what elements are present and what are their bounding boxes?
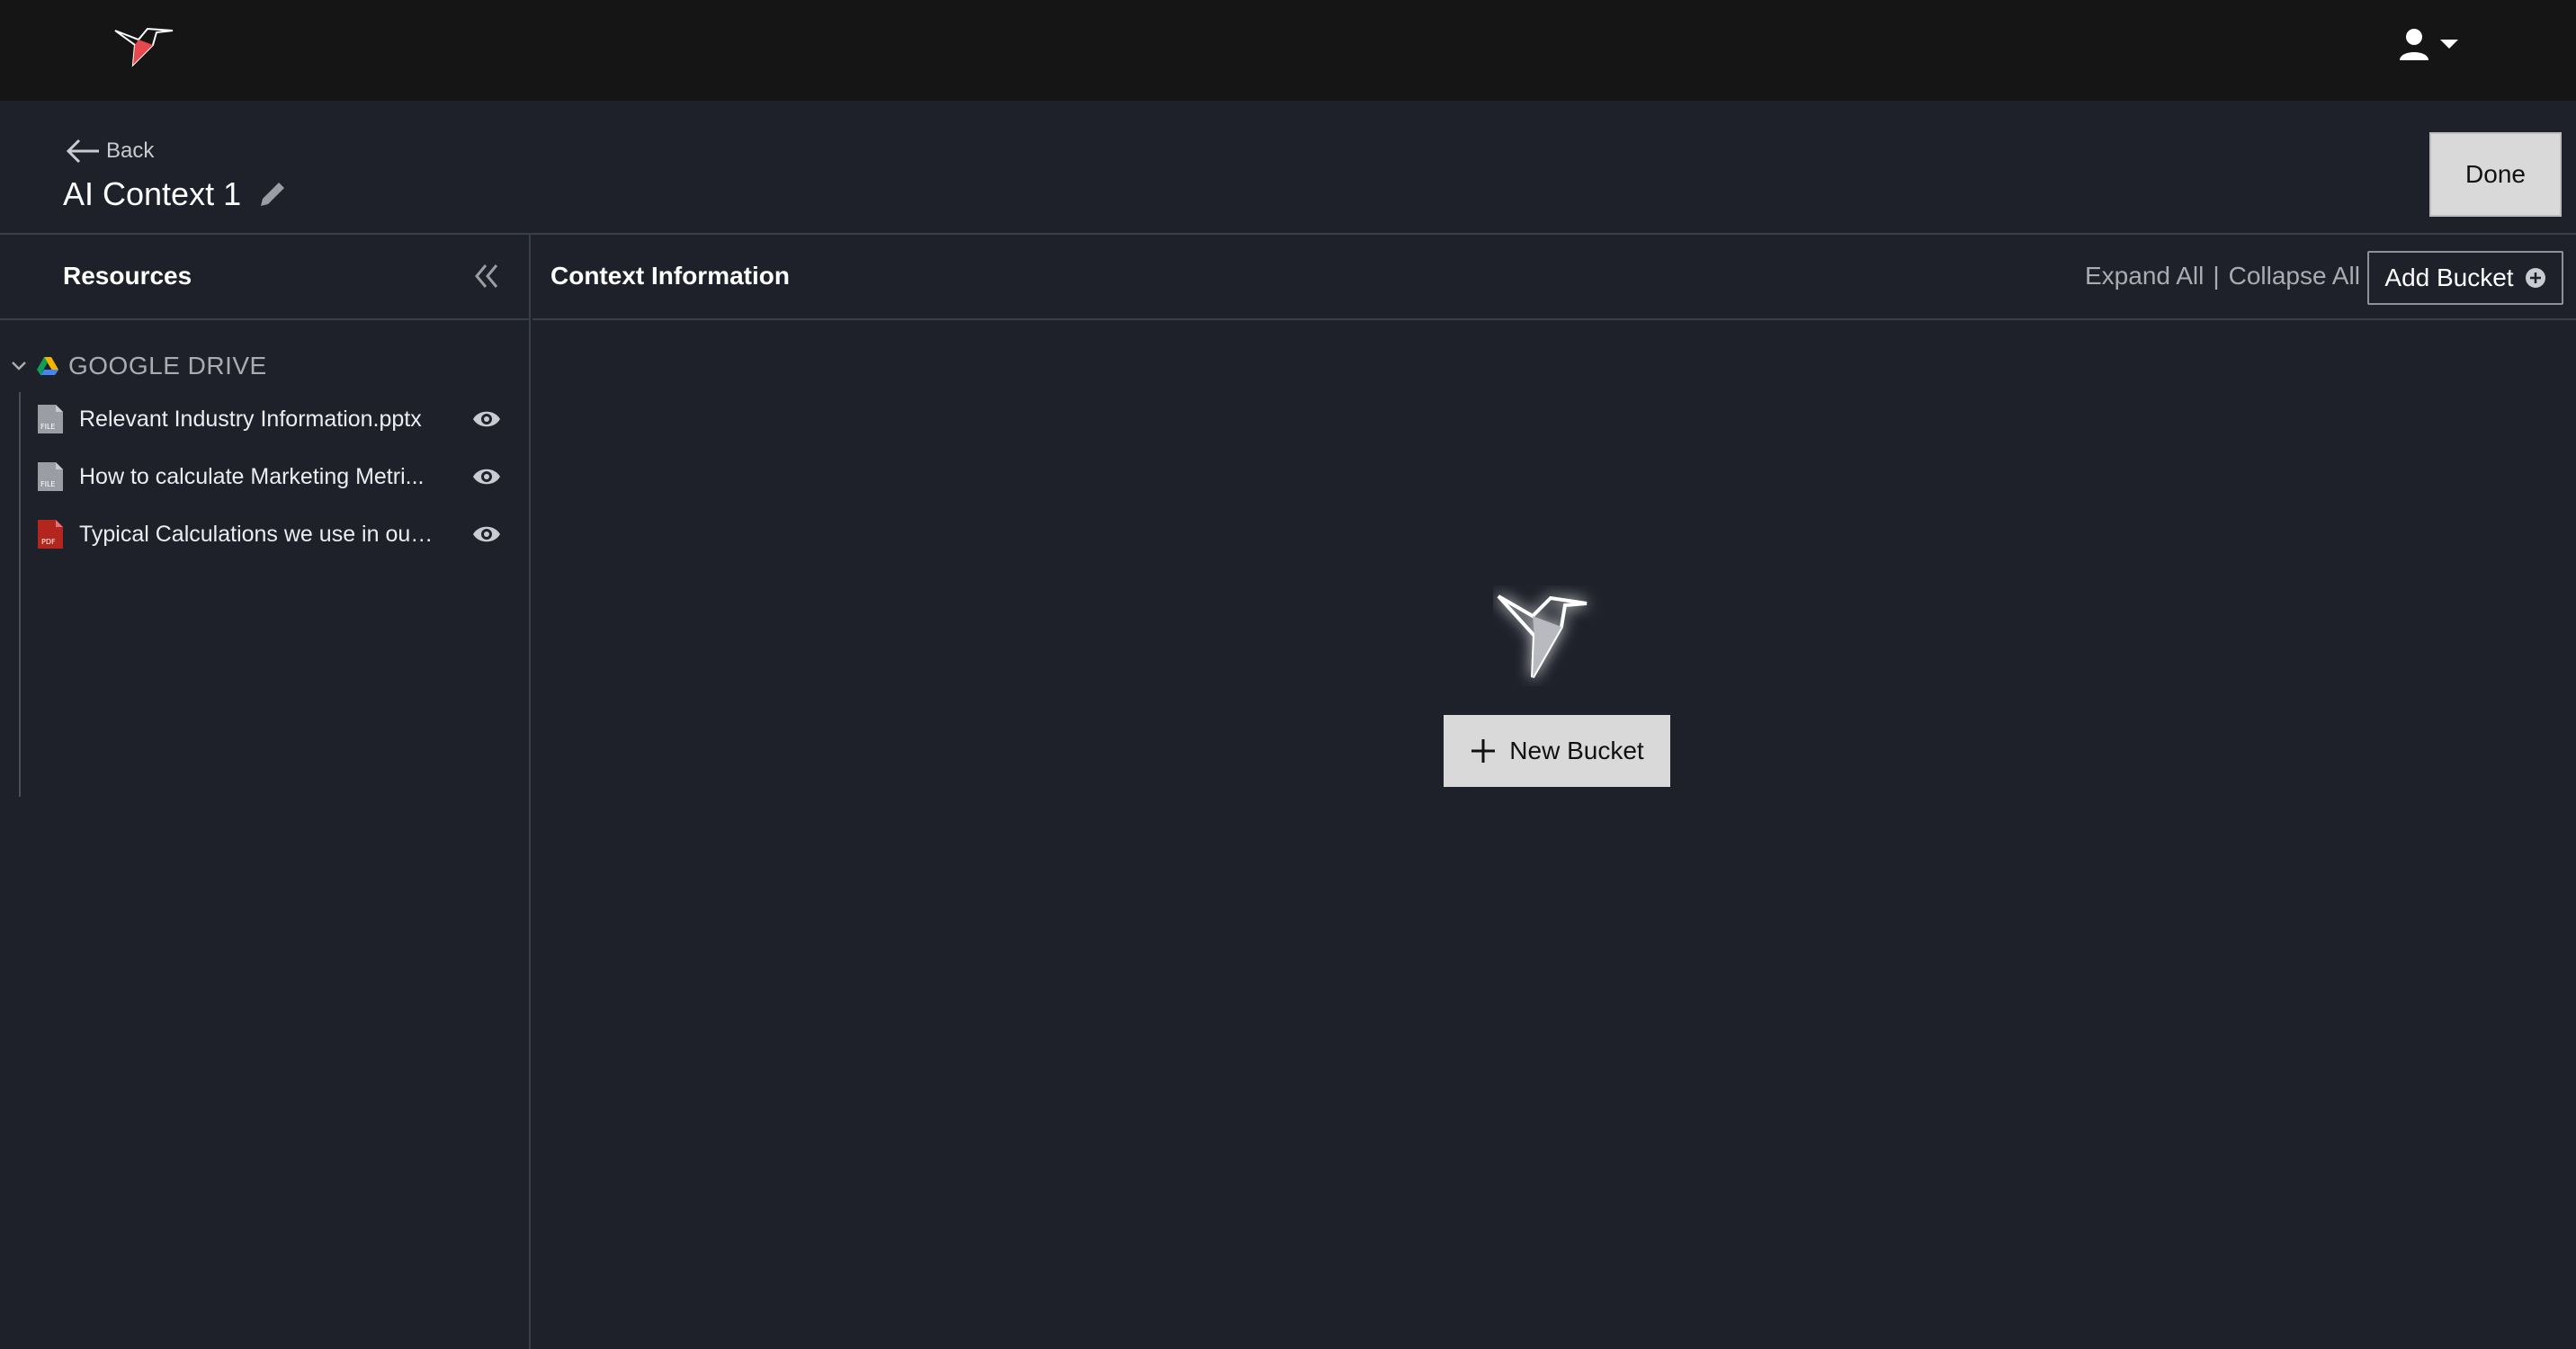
page-header <box>0 101 2576 235</box>
resources-sidebar: Resources GOOGLE DRIVE FILE Relevant Ind… <box>0 235 531 1349</box>
file-name: Typical Calculations we use in our ... <box>79 521 439 547</box>
pdf-icon-text: PDF <box>41 538 56 546</box>
plus-circle-icon <box>2525 268 2545 288</box>
user-icon <box>2400 29 2428 60</box>
file-row[interactable]: FILE Relevant Industry Information.pptx <box>36 394 513 444</box>
page-title-group: AI Context 1 <box>63 171 288 218</box>
file-icon-text: FILE <box>40 423 55 431</box>
google-drive-label: GOOGLE DRIVE <box>68 352 267 380</box>
pencil-edit-icon[interactable] <box>257 179 288 210</box>
new-bucket-button[interactable]: New Bucket <box>1444 715 1670 787</box>
chevron-down-icon <box>2440 40 2458 49</box>
double-chevron-left-icon[interactable] <box>470 260 502 292</box>
eye-icon[interactable] <box>471 521 502 548</box>
new-bucket-label: New Bucket <box>1509 737 1644 764</box>
file-row[interactable]: FILE How to calculate Marketing Metri... <box>36 451 513 502</box>
file-icon: FILE <box>38 462 63 491</box>
main-header: Context Information Expand All | Collaps… <box>532 235 2576 320</box>
chevron-down-icon <box>12 362 26 371</box>
page-title: AI Context 1 <box>63 175 242 212</box>
user-menu[interactable] <box>2396 23 2468 65</box>
context-main: Context Information Expand All | Collaps… <box>532 235 2576 1349</box>
separator: | <box>2213 262 2220 290</box>
hummingbird-logo-icon[interactable] <box>112 20 176 72</box>
file-name: How to calculate Marketing Metri... <box>79 463 425 489</box>
plus-icon <box>1471 739 1496 763</box>
file-icon-text: FILE <box>40 480 55 488</box>
back-label: Back <box>106 138 155 163</box>
arrow-left-icon <box>66 138 99 164</box>
tree-line <box>19 392 21 797</box>
file-name: Relevant Industry Information.pptx <box>79 406 422 432</box>
main-title: Context Information <box>550 262 790 290</box>
google-drive-icon <box>37 357 58 375</box>
google-drive-group[interactable]: GOOGLE DRIVE <box>11 352 267 380</box>
back-link[interactable]: Back <box>65 133 154 169</box>
eye-icon[interactable] <box>471 463 502 490</box>
file-row[interactable]: PDF Typical Calculations we use in our .… <box>36 509 513 559</box>
expand-collapse-controls: Expand All | Collapse All <box>2085 262 2360 290</box>
add-bucket-button[interactable]: Add Bucket <box>2367 251 2563 305</box>
sidebar-header: Resources <box>0 235 529 320</box>
file-icon: FILE <box>38 405 63 433</box>
hummingbird-empty-icon <box>1497 594 1588 678</box>
eye-icon[interactable] <box>471 406 502 433</box>
expand-all-link[interactable]: Expand All <box>2085 262 2204 290</box>
done-button[interactable]: Done <box>2429 132 2562 217</box>
top-bar <box>0 0 2576 101</box>
add-bucket-label: Add Bucket <box>2384 264 2514 291</box>
pdf-icon: PDF <box>38 520 63 549</box>
sidebar-title: Resources <box>63 262 192 290</box>
collapse-all-link[interactable]: Collapse All <box>2229 262 2360 290</box>
